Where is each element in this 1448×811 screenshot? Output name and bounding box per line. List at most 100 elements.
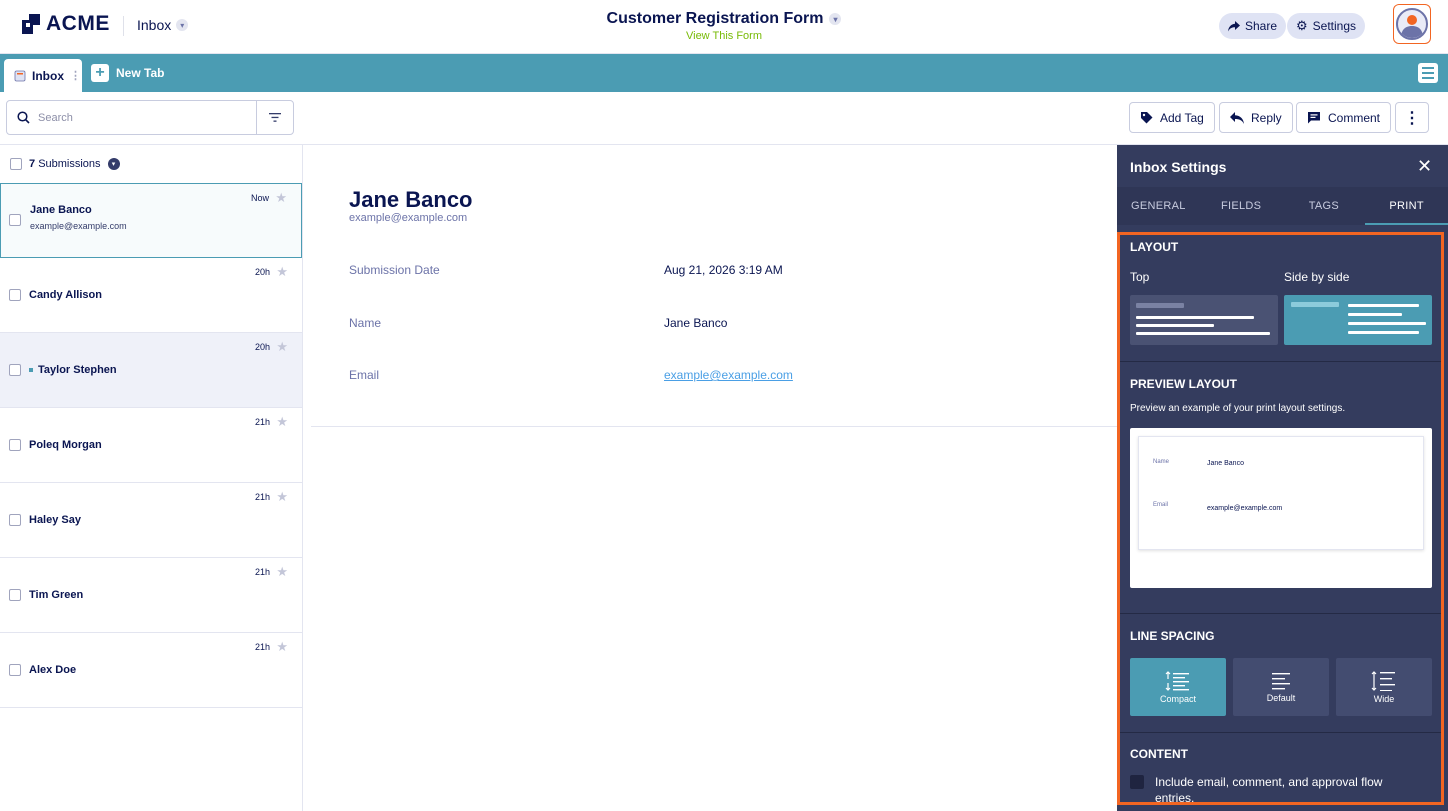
share-icon [1228, 20, 1240, 31]
submissions-count-block[interactable]: 7 Submissions [29, 158, 101, 170]
include-entries-label: Include email, comment, and approval flo… [1155, 775, 1383, 805]
star-icon[interactable]: ★ [276, 339, 288, 355]
include-entries-checkbox[interactable] [1130, 775, 1144, 789]
list-item[interactable]: Haley Say 21h ★ [0, 483, 302, 558]
divider [1120, 732, 1441, 733]
search-icon [17, 111, 30, 124]
submitter-name: Haley Say [29, 514, 81, 526]
submission-time: 20h [254, 267, 270, 277]
row-checkbox[interactable] [9, 589, 21, 601]
panel-title: Inbox Settings [1130, 159, 1227, 175]
star-icon[interactable]: ★ [275, 190, 287, 206]
list-header: 7 Submissions ▾ [0, 145, 302, 183]
filter-icon [269, 113, 281, 122]
row-checkbox[interactable] [9, 214, 21, 226]
list-item[interactable]: Jane Banco example@example.com Now ★ [0, 183, 302, 258]
submitter-name: Jane Banco [30, 204, 92, 216]
tab-general[interactable]: GENERAL [1117, 187, 1200, 225]
select-all-checkbox[interactable] [10, 158, 22, 170]
share-button[interactable]: Share [1219, 13, 1287, 39]
star-icon[interactable]: ★ [276, 639, 288, 655]
new-tab-button[interactable]: + New Tab [91, 64, 164, 82]
tab-tags[interactable]: TAGS [1283, 187, 1366, 225]
list-item[interactable]: Candy Allison 20h ★ [0, 258, 302, 333]
unread-indicator [29, 368, 33, 373]
avatar [1396, 8, 1428, 40]
add-tag-label: Add Tag [1160, 110, 1204, 125]
tab-print[interactable]: PRINT [1365, 187, 1448, 225]
content-heading: CONTENT [1130, 747, 1188, 761]
wide-spacing-icon [1371, 670, 1395, 691]
settings-button[interactable]: ⚙ Settings [1287, 13, 1366, 39]
field-label: Email [349, 368, 380, 382]
list-item[interactable]: Tim Green 21h ★ [0, 558, 302, 633]
layout-top-option[interactable] [1130, 295, 1278, 345]
spacing-wide-label: Wide [1373, 693, 1395, 704]
email-link[interactable]: example@example.com [664, 368, 793, 382]
layout-heading: LAYOUT [1130, 240, 1179, 254]
layout-side-by-side-option[interactable] [1284, 295, 1432, 345]
spacing-compact-button[interactable]: Compact [1130, 658, 1226, 716]
submission-time: 21h [254, 567, 270, 577]
comment-button[interactable]: Comment [1296, 102, 1392, 133]
user-menu[interactable] [1393, 4, 1431, 44]
spacing-default-button[interactable]: Default [1233, 658, 1329, 716]
search-input[interactable]: Search [7, 101, 256, 134]
line-spacing-heading: LINE SPACING [1130, 629, 1215, 643]
close-icon[interactable]: ✕ [1417, 156, 1432, 177]
submissions-count-label: Submissions [38, 158, 101, 170]
hamburger-menu-icon[interactable] [1418, 63, 1438, 83]
list-item[interactable]: Taylor Stephen 20h ★ [0, 333, 302, 408]
chevron-down-icon[interactable]: ▾ [107, 158, 120, 170]
default-spacing-icon [1272, 672, 1290, 689]
preview-label: Email [1153, 502, 1169, 508]
reply-label: Reply [1251, 110, 1282, 125]
divider [311, 426, 1117, 427]
star-icon[interactable]: ★ [276, 564, 288, 580]
row-checkbox[interactable] [9, 289, 21, 301]
content-option[interactable]: Include email, comment, and approval flo… [1130, 774, 1415, 805]
tab-fields[interactable]: FIELDS [1200, 187, 1283, 225]
row-checkbox[interactable] [9, 664, 21, 676]
row-checkbox[interactable] [9, 514, 21, 526]
add-tag-button[interactable]: Add Tag [1129, 102, 1215, 133]
inbox-settings-panel: Inbox Settings ✕ GENERAL FIELDS TAGS PRI… [1117, 145, 1448, 811]
star-icon[interactable]: ★ [276, 489, 288, 505]
preview-page: Name Jane Banco Email example@example.co… [1138, 436, 1424, 550]
field-value: Jane Banco [664, 316, 728, 330]
more-vertical-icon: ⋮ [1404, 109, 1420, 127]
form-title[interactable]: Customer Registration Form ▾ [607, 10, 842, 28]
star-icon[interactable]: ★ [276, 414, 288, 430]
layout-top-label: Top [1130, 270, 1150, 284]
row-checkbox[interactable] [9, 439, 21, 451]
reply-button[interactable]: Reply [1219, 102, 1293, 133]
tab-options-icon[interactable]: ⋮ [70, 69, 81, 82]
list-item[interactable]: Alex Doe 21h ★ [0, 633, 302, 708]
submission-time: Now [250, 193, 269, 203]
preview-value: example@example.com [1207, 505, 1283, 512]
inbox-tab-icon [14, 70, 26, 81]
print-preview: Name Jane Banco Email example@example.co… [1130, 428, 1432, 588]
comment-label: Comment [1328, 110, 1381, 125]
submissions-count: 7 [29, 158, 36, 170]
gear-icon: ⚙ [1296, 18, 1308, 33]
submitter-name: Tim Green [29, 589, 84, 601]
row-checkbox[interactable] [9, 364, 21, 376]
submissions-list: 7 Submissions ▾ Jane Banco example@examp… [0, 145, 303, 811]
star-icon[interactable]: ★ [276, 264, 288, 280]
search-box: Search [6, 100, 294, 135]
list-item[interactable]: Poleq Morgan 21h ★ [0, 408, 302, 483]
submission-time: 21h [254, 642, 270, 652]
more-options-button[interactable]: ⋮ [1395, 102, 1429, 133]
detail-name: Jane Banco [349, 187, 473, 212]
tab-bar: Inbox ⋮ + New Tab [0, 54, 1448, 92]
preview-label: Name [1153, 459, 1170, 465]
submitter-name: Alex Doe [29, 664, 77, 676]
filter-button[interactable] [256, 101, 293, 134]
comment-icon [1308, 112, 1320, 124]
submission-detail: Jane Banco example@example.com Submissio… [303, 145, 1117, 811]
spacing-wide-button[interactable]: Wide [1336, 658, 1432, 716]
submitter-name: Taylor Stephen [38, 364, 117, 376]
tab-inbox[interactable]: Inbox ⋮ [4, 59, 82, 92]
layout-side-label: Side by side [1284, 270, 1350, 284]
